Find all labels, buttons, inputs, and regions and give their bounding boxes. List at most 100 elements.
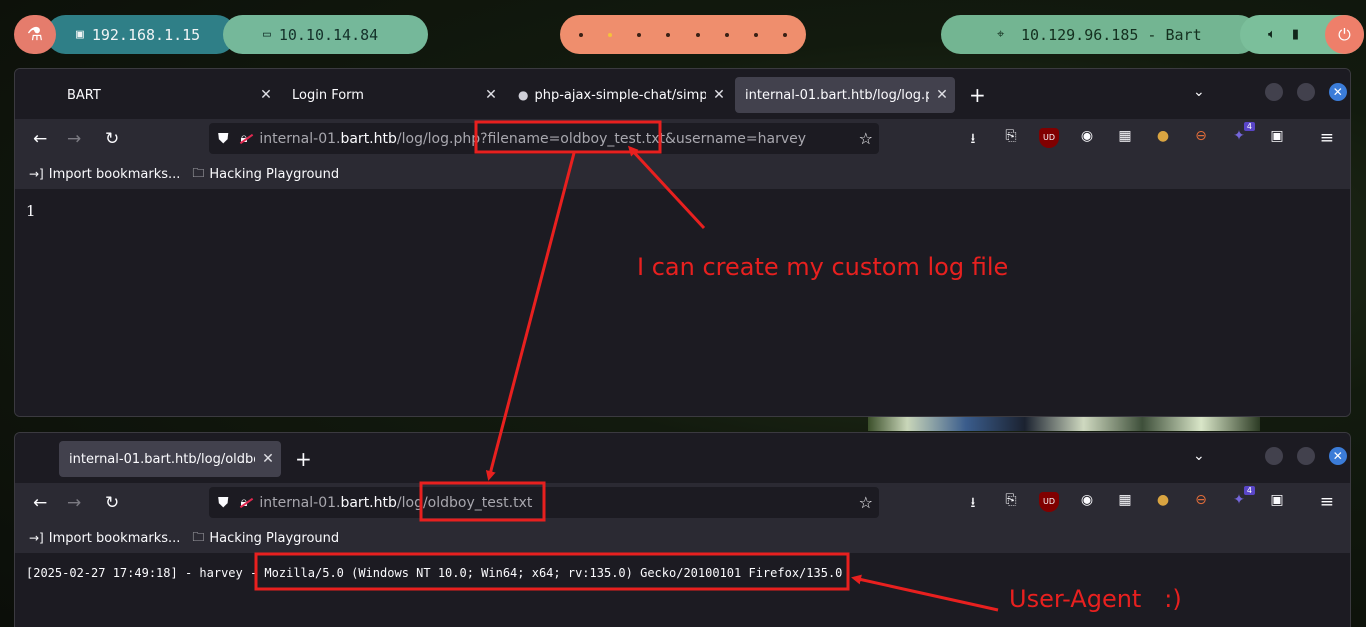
chevron-down-icon[interactable]: ⌄: [1193, 84, 1205, 100]
tab-oldboy-log[interactable]: internal-01.bart.htb/log/oldbo ✕: [59, 441, 281, 477]
tab-login-form[interactable]: Login Form ✕: [282, 77, 504, 113]
extensions-toolbar: ⭳ ⎘ UD ◉ ▦ ● ⊖ ✦ 4 ▣: [963, 122, 1287, 148]
battery-icon[interactable]: ▮: [1292, 27, 1299, 42]
url-text[interactable]: internal-01.bart.htb/log/oldboy_test.txt: [259, 495, 532, 511]
tab-label: Login Form: [292, 87, 364, 103]
qr-code-icon[interactable]: ▦: [1115, 492, 1135, 512]
nav-toolbar: ← → ↻ ⛊ 🔒︎ internal-01.bart.htb/log/oldb…: [15, 483, 1350, 523]
tab-bart[interactable]: BART ✕: [57, 77, 279, 113]
bookmark-folder-hacking-playground[interactable]: 🗀 Hacking Playground: [192, 164, 339, 185]
tab-label: internal-01.bart.htb/log/log.ph: [745, 87, 929, 103]
log-entry-useragent: Mozilla/5.0 (Windows NT 10.0; Win64; x64…: [264, 566, 843, 580]
close-tab-icon[interactable]: ✕: [253, 87, 279, 103]
new-tab-button[interactable]: +: [295, 447, 312, 471]
url-bar[interactable]: ⛊ 🔒︎ internal-01.bart.htb/log/oldboy_tes…: [209, 487, 879, 518]
url-text[interactable]: internal-01.bart.htb/log/log.php?filenam…: [259, 131, 806, 147]
hamburger-menu-icon[interactable]: ≡: [1320, 128, 1334, 148]
qr-code-icon[interactable]: ▦: [1115, 128, 1135, 148]
window-controls: ⌄ ✕: [1193, 447, 1347, 465]
workspace-switcher[interactable]: [560, 15, 806, 54]
window-controls: ⌄ ✕: [1193, 83, 1347, 101]
import-icon: →]: [29, 531, 44, 545]
close-tab-icon[interactable]: ✕: [255, 451, 281, 467]
workspace-6[interactable]: [724, 32, 729, 37]
reload-icon[interactable]: ↻: [105, 493, 119, 513]
tab-label: php-ajax-simple-chat/simp: [534, 87, 706, 103]
tab-strip: internal-01.bart.htb/log/oldbo ✕ + ⌄ ✕: [15, 433, 1350, 483]
tab-label: BART: [67, 87, 101, 103]
close-tab-icon[interactable]: ✕: [706, 87, 732, 103]
workspace-5[interactable]: [695, 32, 700, 37]
shield-icon[interactable]: ⛊: [218, 495, 229, 511]
forward-arrow-icon[interactable]: →: [67, 129, 81, 149]
extensions-puzzle-icon[interactable]: ⎘: [1001, 492, 1021, 512]
workspace-4[interactable]: [666, 32, 671, 37]
no-script-icon[interactable]: ⊖: [1191, 128, 1211, 148]
power-icon: ⏻: [1338, 24, 1351, 44]
url-bar[interactable]: ⛊ 🔒︎ internal-01.bart.htb/log/log.php?fi…: [209, 123, 879, 154]
bookmarks-toolbar: →] Import bookmarks... 🗀 Hacking Playgro…: [15, 523, 1350, 553]
extensions-toolbar: ⭳ ⎘ UD ◉ ▦ ● ⊖ ✦ 4 ▣: [963, 486, 1287, 512]
minimize-button[interactable]: [1264, 447, 1283, 465]
hack-tools-icon[interactable]: ✦ 4: [1229, 122, 1255, 148]
local-ip-widget: ▣ 192.168.1.15: [46, 15, 236, 54]
cookie-icon[interactable]: ●: [1153, 492, 1173, 512]
import-bookmarks-link[interactable]: →] Import bookmarks...: [29, 531, 180, 546]
cookie-icon[interactable]: ●: [1153, 128, 1173, 148]
bookmark-label: Import bookmarks...: [48, 530, 181, 546]
chevron-down-icon[interactable]: ⌄: [1193, 448, 1205, 464]
bookmark-label: Hacking Playground: [209, 166, 340, 182]
tab-log-php[interactable]: internal-01.bart.htb/log/log.ph ✕: [735, 77, 955, 113]
back-arrow-icon[interactable]: ←: [33, 493, 47, 513]
insecure-lock-icon[interactable]: 🔒︎: [241, 495, 248, 510]
maximize-button[interactable]: [1296, 83, 1315, 101]
close-tab-icon[interactable]: ✕: [478, 87, 504, 103]
wappalyzer-icon[interactable]: ◉: [1077, 128, 1097, 148]
wappalyzer-icon[interactable]: ◉: [1077, 492, 1097, 512]
hack-tools-icon[interactable]: ✦ 4: [1229, 486, 1255, 512]
workspace-1[interactable]: [578, 32, 583, 37]
workspace-3[interactable]: [637, 32, 642, 37]
workspace-7[interactable]: [754, 32, 759, 37]
reload-icon[interactable]: ↻: [105, 129, 119, 149]
close-window-button[interactable]: ✕: [1328, 447, 1347, 465]
download-icon[interactable]: ⭳: [963, 492, 983, 512]
nav-toolbar: ← → ↻ ⛊ 🔒︎ internal-01.bart.htb/log/log.…: [15, 119, 1350, 159]
ublock-origin-icon[interactable]: UD: [1039, 128, 1059, 148]
minimize-button[interactable]: [1264, 83, 1283, 101]
annotation-custom-log: I can create my custom log file: [637, 253, 1009, 281]
workspace-2[interactable]: [607, 32, 612, 37]
page-content: 1: [15, 189, 1350, 416]
insecure-lock-icon[interactable]: 🔒︎: [241, 131, 248, 146]
workspace-8[interactable]: [783, 32, 788, 37]
user-agent-switcher-icon[interactable]: ▣: [1267, 492, 1287, 512]
new-tab-button[interactable]: +: [969, 83, 986, 107]
maximize-button[interactable]: [1296, 447, 1315, 465]
user-agent-switcher-icon[interactable]: ▣: [1267, 128, 1287, 148]
monitor-icon: ▣: [76, 27, 84, 42]
bookmark-folder-hacking-playground[interactable]: 🗀 Hacking Playground: [192, 528, 339, 549]
ublock-origin-icon[interactable]: UD: [1039, 492, 1059, 512]
shield-icon[interactable]: ⛊: [218, 131, 229, 147]
bookmark-star-icon[interactable]: ☆: [859, 493, 873, 512]
tab-github-chat[interactable]: ● php-ajax-simple-chat/simp ✕: [508, 77, 732, 113]
download-icon[interactable]: ⭳: [963, 128, 983, 148]
power-button[interactable]: ⏻: [1325, 15, 1364, 54]
vpn-ip-widget: ▭ 10.10.14.84: [223, 15, 428, 54]
close-tab-icon[interactable]: ✕: [929, 87, 955, 103]
annotation-user-agent: User-Agent :): [1009, 585, 1182, 613]
forward-arrow-icon[interactable]: →: [67, 493, 81, 513]
hamburger-menu-icon[interactable]: ≡: [1320, 492, 1334, 512]
folder-icon: 🗀: [192, 529, 205, 544]
import-bookmarks-link[interactable]: →] Import bookmarks...: [29, 167, 180, 182]
extensions-puzzle-icon[interactable]: ⎘: [1001, 128, 1021, 148]
volume-icon[interactable]: 🔈︎: [1268, 27, 1276, 42]
bookmark-star-icon[interactable]: ☆: [859, 129, 873, 148]
bookmark-label: Hacking Playground: [209, 530, 340, 546]
no-script-icon[interactable]: ⊖: [1191, 492, 1211, 512]
back-arrow-icon[interactable]: ←: [33, 129, 47, 149]
response-text: 1: [26, 202, 36, 220]
close-window-button[interactable]: ✕: [1328, 83, 1347, 101]
kali-menu-button[interactable]: ⚗: [14, 15, 56, 54]
wallpaper-art: [868, 417, 1260, 431]
